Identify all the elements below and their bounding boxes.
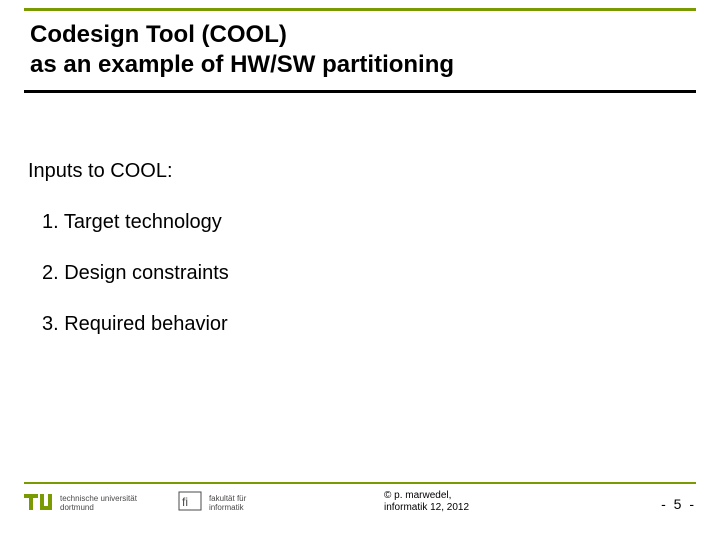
- tu-logo-text: technische universität dortmund: [60, 495, 137, 513]
- title-line-1: Codesign Tool (COOL): [30, 20, 690, 50]
- title-underline: [24, 90, 696, 93]
- fakultaet-logo: fi fakultät für informatik: [177, 490, 246, 517]
- list-item: 3. Required behavior: [42, 313, 692, 336]
- footer-accent-rule: [24, 482, 696, 484]
- footer-logos: technische universität dortmund fi fakul…: [24, 490, 246, 517]
- tu-text-line2: dortmund: [60, 503, 94, 512]
- copyright-line1: © p. marwedel,: [384, 490, 451, 501]
- copyright-line2: informatik 12, 2012: [384, 502, 469, 513]
- slide-title: Codesign Tool (COOL) as an example of HW…: [30, 20, 690, 80]
- body-intro: Inputs to COOL:: [28, 160, 692, 183]
- list-item: 2. Design constraints: [42, 262, 692, 285]
- slide: Codesign Tool (COOL) as an example of HW…: [0, 0, 720, 540]
- tu-text-line1: technische universität: [60, 494, 137, 503]
- tu-dortmund-logo: technische universität dortmund: [24, 490, 137, 517]
- title-line-2: as an example of HW/SW partitioning: [30, 50, 690, 80]
- list-item: 1. Target technology: [42, 211, 692, 234]
- fi-logo-text: fakultät für informatik: [209, 495, 246, 513]
- slide-footer: technische universität dortmund fi fakul…: [24, 482, 696, 530]
- tu-icon: [24, 490, 54, 517]
- page-number: - 5 -: [661, 496, 696, 512]
- fi-text-line2: informatik: [209, 503, 244, 512]
- top-accent-rule: [24, 8, 696, 11]
- slide-body: Inputs to COOL: 1. Target technology 2. …: [28, 160, 692, 364]
- fi-text-line1: fakultät für: [209, 494, 246, 503]
- copyright: © p. marwedel, informatik 12, 2012: [384, 490, 469, 514]
- fi-icon: fi: [177, 490, 203, 517]
- svg-text:fi: fi: [182, 495, 188, 509]
